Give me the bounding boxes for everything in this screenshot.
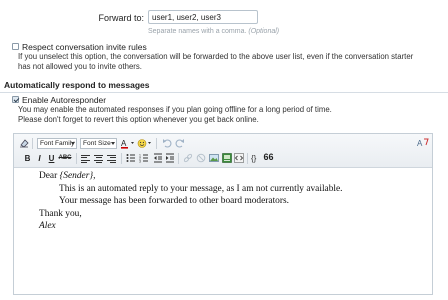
autoresponder-checkbox[interactable]: [12, 96, 19, 103]
forward-to-hint-text: Separate names with a comma.: [148, 28, 247, 35]
text-color-icon[interactable]: A: [120, 138, 136, 149]
switch-mode-icon[interactable]: A: [417, 137, 429, 148]
quote-icon[interactable]: 66: [263, 152, 274, 163]
rich-text-editor: Font Family Font Size A A B I U ABC 1 2 …: [13, 133, 433, 295]
strikethrough-button[interactable]: ABC: [58, 153, 72, 164]
italic-button[interactable]: I: [34, 153, 45, 164]
invite-rules-label[interactable]: Respect conversation invite rules: [22, 42, 147, 52]
outdent-icon[interactable]: [152, 153, 163, 164]
indent-icon[interactable]: [164, 153, 175, 164]
message-line-1: This is an automated reply to your messa…: [59, 184, 343, 194]
forward-to-hint: Separate names with a comma. (Optional): [148, 28, 279, 35]
editor-content[interactable]: Dear {Sender}, This is an automated repl…: [14, 168, 432, 294]
message-line-2: Your message has been forwarded to other…: [59, 196, 289, 206]
toolbar-separator: [121, 153, 122, 164]
link-icon[interactable]: [182, 153, 193, 164]
svg-text:A: A: [417, 139, 423, 148]
forward-to-hint-optional: (Optional): [248, 28, 280, 35]
toolbar-separator: [76, 153, 77, 164]
forward-to-input[interactable]: [148, 10, 258, 24]
align-left-icon[interactable]: [81, 155, 90, 164]
undo-icon[interactable]: [161, 138, 172, 149]
svg-text:{}: {}: [251, 154, 257, 163]
underline-button[interactable]: U: [46, 153, 57, 164]
php-icon[interactable]: {}: [251, 153, 262, 164]
signature-line: Alex: [39, 220, 56, 232]
section-title: Automatically respond to messages: [4, 80, 150, 90]
align-right-icon[interactable]: [107, 155, 116, 164]
greeting-prefix: Dear: [39, 171, 60, 181]
invite-rules-description-1: If you unselect this option, the convers…: [18, 52, 414, 61]
svg-text:A: A: [121, 139, 127, 148]
autoresponder-description-1: You may enable the automated responses i…: [18, 105, 332, 114]
greeting-line: Dear {Sender},: [39, 170, 95, 182]
toolbar-separator: [178, 153, 179, 164]
eraser-icon[interactable]: [18, 138, 29, 149]
align-center-icon[interactable]: [94, 155, 103, 164]
section-divider: [0, 92, 448, 93]
code-icon[interactable]: [233, 153, 244, 164]
smiley-icon[interactable]: [137, 138, 153, 149]
redo-icon[interactable]: [174, 138, 185, 149]
signature-name: Alex: [39, 221, 56, 231]
autoresponder-label[interactable]: Enable Autoresponder: [22, 95, 106, 105]
editor-toolbar: Font Family Font Size A A B I U ABC 1 2 …: [14, 134, 432, 168]
invite-rules-checkbox[interactable]: [12, 43, 19, 50]
forward-to-label: Forward to:: [98, 13, 144, 23]
sender-placeholder: {Sender}: [59, 171, 94, 181]
font-size-label: Font Size: [83, 140, 111, 147]
toolbar-separator: [32, 138, 33, 149]
greeting-suffix: ,: [93, 171, 96, 181]
media-icon[interactable]: [221, 153, 232, 164]
bullet-list-icon[interactable]: [125, 153, 136, 164]
svg-text:3: 3: [139, 160, 141, 164]
toolbar-separator: [247, 153, 248, 164]
unlink-icon[interactable]: [195, 153, 206, 164]
font-family-select[interactable]: Font Family: [37, 138, 77, 149]
invite-rules-description-2: has not allowed you to invite others.: [18, 62, 142, 71]
image-icon[interactable]: [208, 153, 219, 164]
font-family-label: Font Family: [40, 140, 75, 147]
closing-line: Thank you,: [39, 209, 82, 219]
numbered-list-icon[interactable]: 123: [138, 153, 149, 164]
autoresponder-description-2: Please don't forget to revert this optio…: [18, 115, 259, 124]
bold-button[interactable]: B: [22, 153, 33, 164]
toolbar-separator: [156, 138, 157, 149]
font-size-select[interactable]: Font Size: [80, 138, 117, 149]
